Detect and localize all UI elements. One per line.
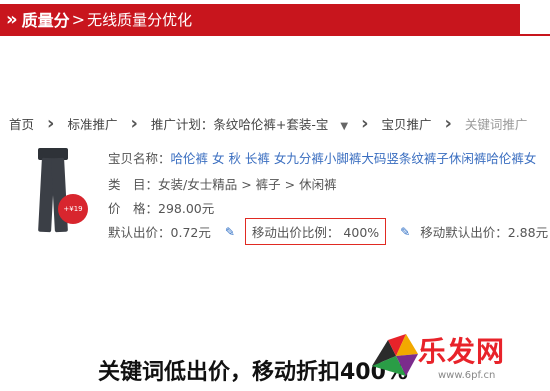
sale-badge: +¥19 — [58, 194, 88, 224]
product-name-label: 宝贝名称： — [108, 151, 171, 166]
watermark-logo: 乐发网 www.6pf.cn — [366, 326, 546, 388]
price-label: 价 格： — [108, 201, 159, 216]
price-row: 价 格： 298.00元 — [108, 198, 214, 217]
breadcrumb-item-promo[interactable]: 宝贝推广 — [378, 114, 434, 133]
mobile-ratio-value: 400% — [343, 225, 380, 240]
caption-text: 关键词低出价，移动折扣400% — [98, 360, 408, 385]
chevron-right-icon: › — [47, 112, 55, 134]
double-chevron-right-icon: » — [6, 8, 17, 30]
edit-mobile-ratio-icon[interactable]: ✎ — [400, 225, 410, 239]
category-label: 类 目： — [108, 177, 159, 192]
product-name-row: 宝贝名称： 哈伦裤 女 秋 长裤 女九分裤小脚裤大码竖条纹裤子休闲裤哈伦裤女 — [108, 148, 536, 167]
mobile-ratio-highlight: 移动出价比例： 400% — [244, 218, 387, 245]
banner-subtitle: 无线质量分优化 — [87, 10, 193, 29]
breadcrumb-plan-label: 推广计划：条纹哈伦裤+套装-宝 — [150, 117, 329, 132]
product-thumbnail[interactable]: +¥19 — [6, 146, 98, 238]
category-row: 类 目： 女装/女士精品 > 裤子 > 休闲裤 — [108, 174, 337, 193]
breadcrumb-keyword-promo: 关键词推广 — [464, 117, 528, 132]
default-bid-label: 默认出价： — [108, 225, 171, 240]
price-value: 298.00元 — [158, 201, 215, 216]
category-value: 女装/女士精品 > 裤子 > 休闲裤 — [158, 177, 337, 192]
mobile-ratio-label: 移动出价比例： — [251, 225, 340, 240]
edit-default-bid-icon[interactable]: ✎ — [225, 225, 235, 239]
banner-separator: > — [71, 9, 86, 29]
banner-title: 质量分 — [21, 11, 70, 30]
chevron-right-icon: › — [444, 112, 452, 134]
mobile-default-bid-label: 移动默认出价： — [420, 225, 508, 240]
caret-down-icon[interactable]: ▼ — [340, 121, 348, 132]
product-name-link[interactable]: 哈伦裤 女 秋 长裤 女九分裤小脚裤大码竖条纹裤子休闲裤哈伦裤女 — [171, 148, 537, 167]
mobile-default-bid-value: 2.88元 — [507, 225, 549, 240]
banner-bar: » 质量分 > 无线质量分优化 — [0, 4, 520, 34]
bid-row: 默认出价： 0.72元 ✎ 移动出价比例： 400% ✎ 移动默认出价： 2.8… — [108, 218, 548, 245]
default-bid-value: 0.72元 — [170, 225, 211, 240]
watermark-text: 乐发网 — [418, 335, 506, 368]
breadcrumb-plan[interactable]: 推广计划：条纹哈伦裤+套装-宝 ▼ — [148, 114, 351, 133]
banner-underline — [0, 34, 550, 36]
watermark-bird-icon — [372, 334, 418, 376]
chevron-right-icon: › — [130, 112, 138, 134]
breadcrumb: 首页 › 标准推广 › 推广计划：条纹哈伦裤+套装-宝 ▼ › 宝贝推广 › 关… — [6, 114, 530, 133]
chevron-right-icon: › — [361, 112, 369, 134]
header-banner: » 质量分 > 无线质量分优化 — [0, 0, 550, 36]
breadcrumb-home[interactable]: 首页 — [6, 114, 37, 133]
breadcrumb-standard-promo[interactable]: 标准推广 — [64, 114, 120, 133]
watermark-url: www.6pf.cn — [438, 370, 496, 381]
